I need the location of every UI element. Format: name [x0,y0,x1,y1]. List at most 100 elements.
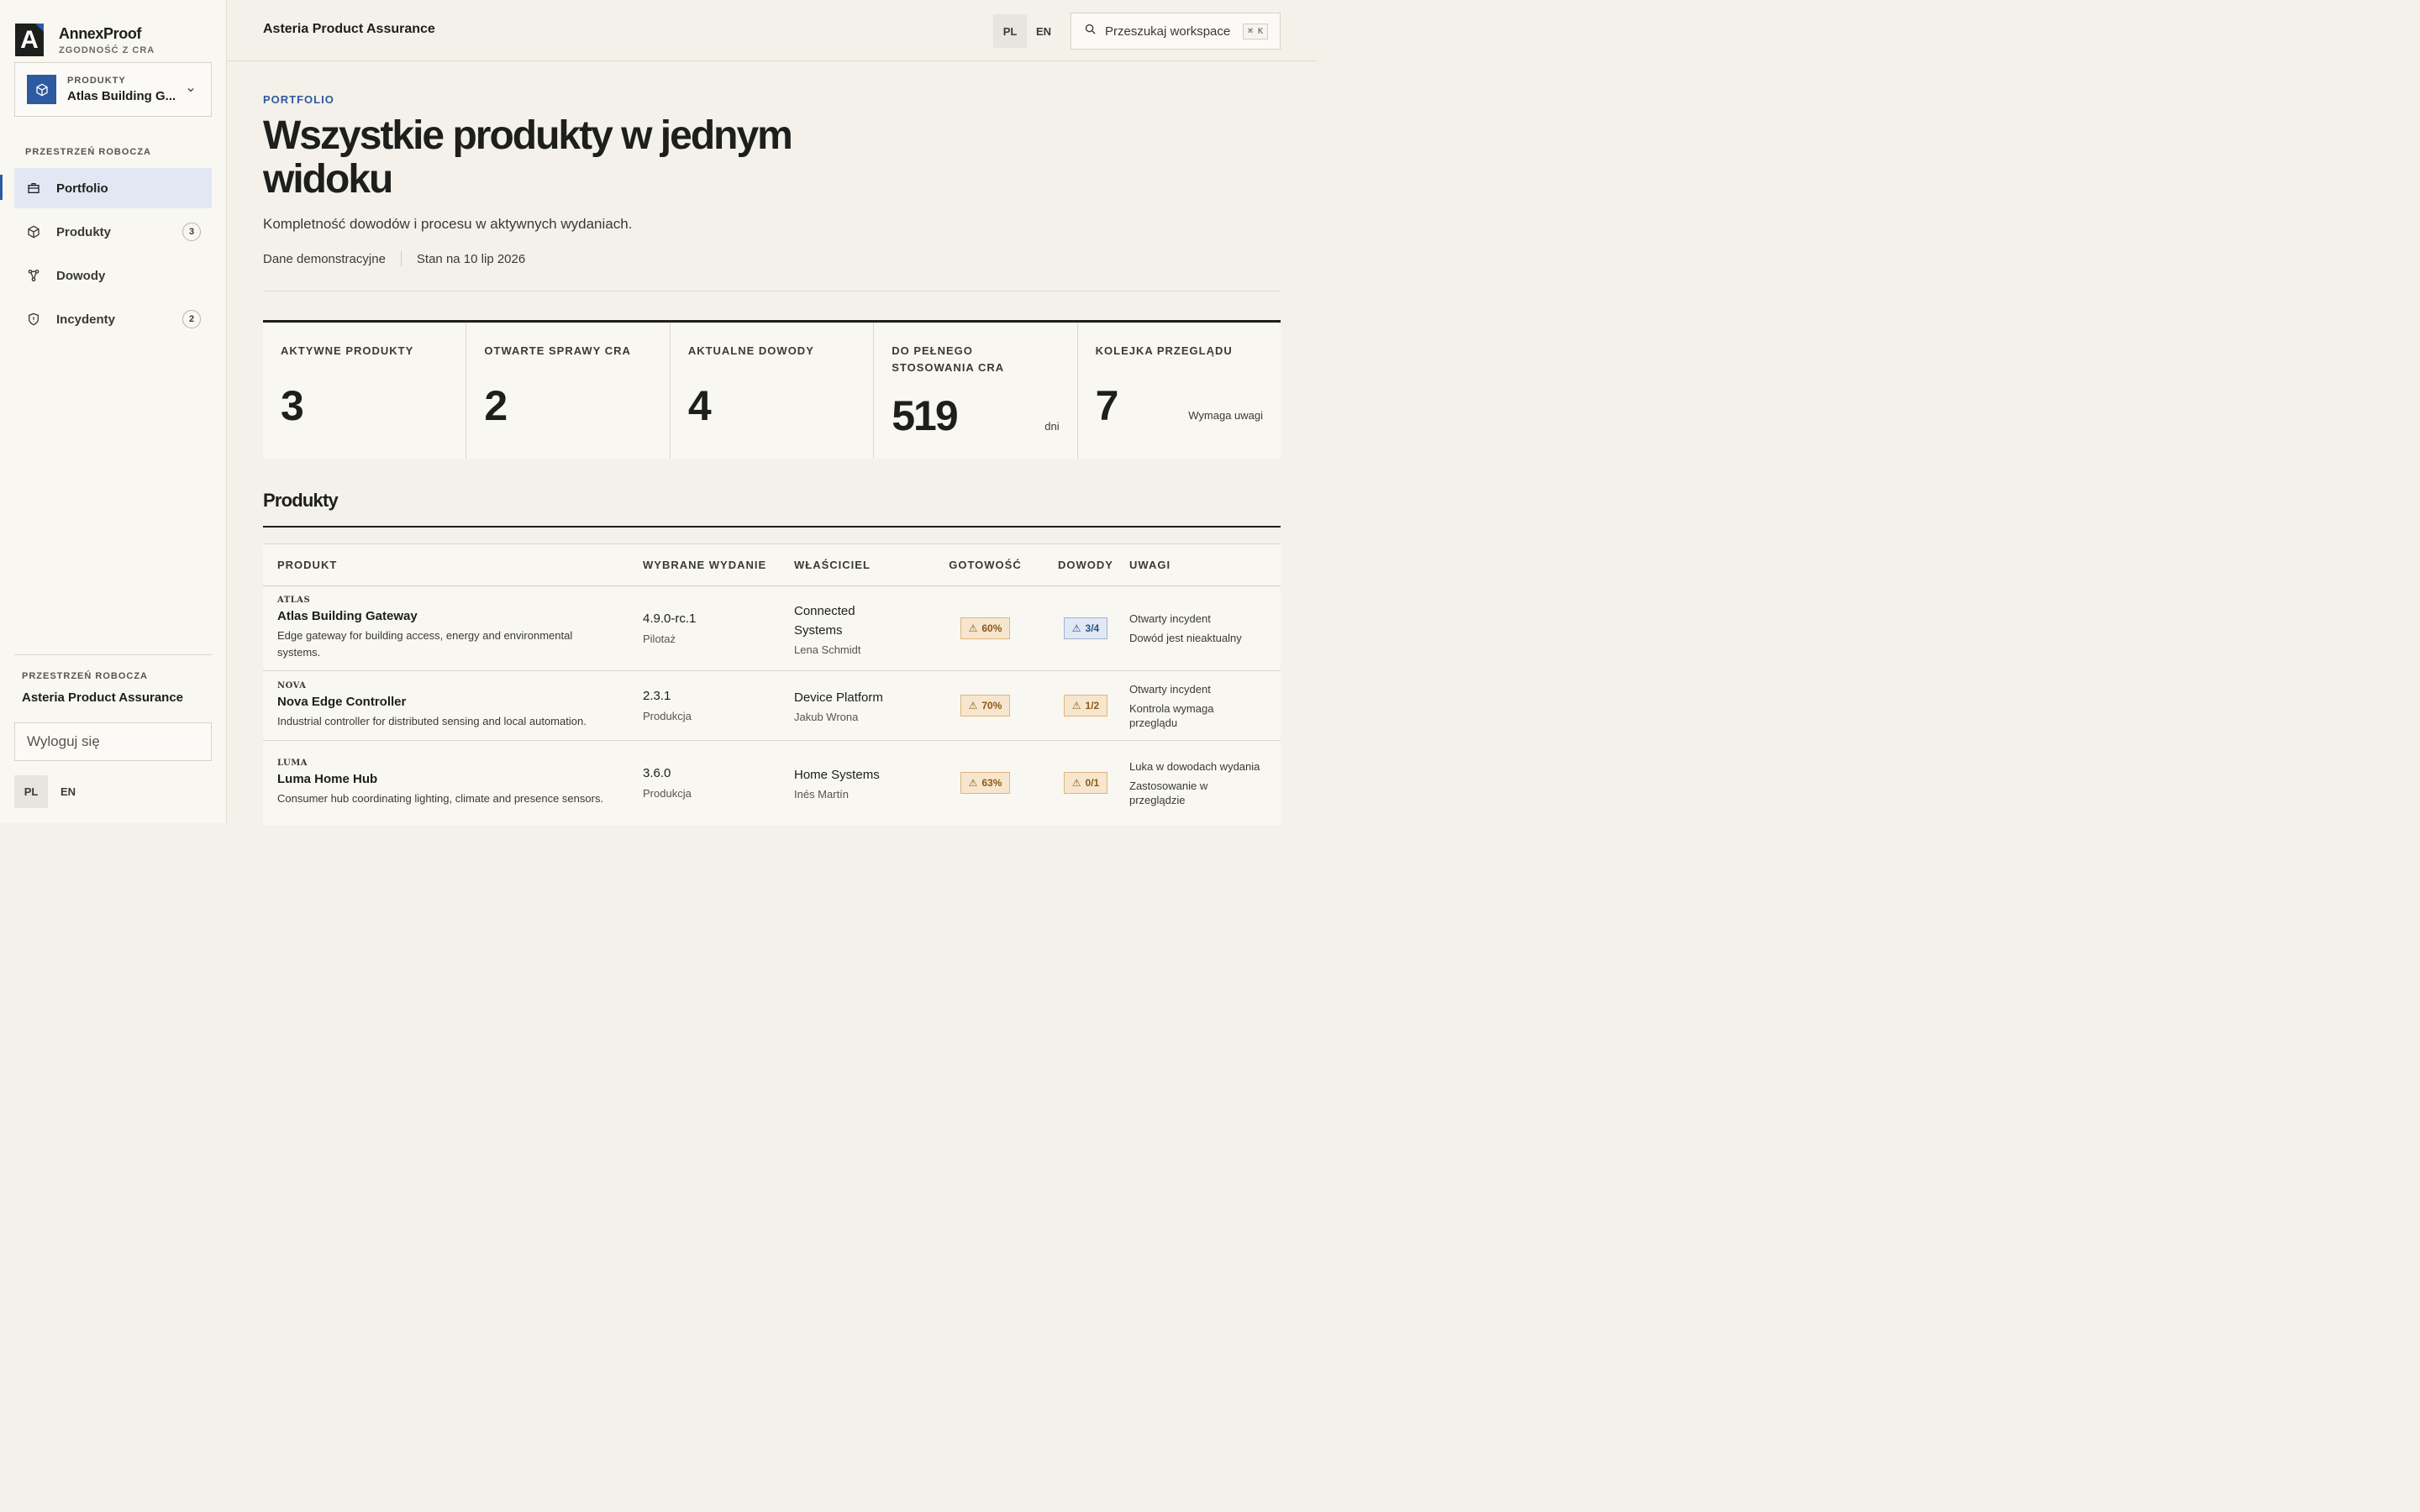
owner-person: Jakub Wrona [794,711,859,723]
owner-team: Connected Systems [794,603,855,638]
stat-label: AKTYWNE PRODUKTY [281,344,414,357]
sidebar-item-portfolio[interactable]: Portfolio [14,168,212,208]
meta-separator [400,251,402,266]
workspace-label: PRZESTRZEŃ ROBOCZA [22,671,148,681]
warning-icon: ⚠ [1071,777,1081,789]
page-meta: Dane demonstracyjne Stan na 10 lip 2026 [263,251,525,266]
evidence-badge: ⚠ 0/1 [1063,772,1108,794]
row-notes: Luka w dowodach wydania Zastosowanie w p… [1129,759,1281,807]
release-stage: Produkcja [643,710,692,722]
page-kicker: PORTFOLIO [263,93,334,106]
owner-team: Device Platform [794,690,883,705]
lang-pl-button[interactable]: PL [993,14,1027,48]
note-item: Zastosowanie w przeglądzie [1129,779,1208,806]
product-description: Consumer hub coordinating lighting, clim… [277,792,604,805]
table-row[interactable]: ATLAS Atlas Building Gateway Edge gatewa… [263,586,1281,671]
warning-icon: ⚠ [968,777,978,789]
nodes-icon [26,268,41,283]
evidence-value: 0/1 [1085,777,1100,789]
products-heading: Produkty [263,490,339,511]
sidebar-item-produkty[interactable]: Produkty 3 [14,212,212,252]
column-header[interactable]: WYBRANE WYDANIE [643,557,794,573]
lang-en-button[interactable]: EN [51,775,85,808]
workspace-title: Asteria Product Assurance [263,22,435,36]
sidebar-item-label: Incydenty [56,312,116,327]
lang-en-button[interactable]: EN [1027,14,1060,48]
product-name[interactable]: Nova Edge Controller [277,695,643,709]
stat-unit: dni [1044,420,1060,433]
column-header[interactable]: UWAGI [1129,557,1281,573]
row-notes: Otwarty incydent Dowód jest nieaktualny [1129,612,1281,645]
stat-card: AKTYWNE PRODUKTY 3 [263,323,467,459]
owner-person: Inés Martín [794,788,850,801]
table-header: PRODUKT WYBRANE WYDANIE WŁAŚCICIEL GOTOW… [263,544,1281,586]
evidence-badge: ⚠ 3/4 [1063,617,1108,639]
column-header[interactable]: DOWODY [1042,557,1129,573]
cube-icon [27,75,56,104]
sidebar-item-label: Dowody [56,268,106,283]
briefcase-icon [26,181,41,196]
topbar: Asteria Product Assurance PL EN Przeszuk… [227,0,1318,61]
release-version: 3.6.0 [643,766,671,780]
note-item: Kontrola wymaga przeglądu [1129,701,1214,729]
keyboard-shortcut-hint: ⌘ K [1242,23,1268,39]
stat-label: KOLEJKA PRZEGLĄDU [1095,344,1233,357]
search-icon [1084,23,1097,39]
evidence-value: 1/2 [1085,700,1100,711]
warning-icon: ⚠ [968,700,978,711]
page-subtitle: Kompletność dowodów i procesu w aktywnyc… [263,216,633,232]
product-name[interactable]: Luma Home Hub [277,772,643,786]
stat-value: 4 [687,382,712,429]
readiness-value: 63% [981,777,1002,789]
stat-label: AKTUALNE DOWODY [687,344,814,357]
column-header[interactable]: GOTOWOŚĆ [929,557,1042,573]
note-item: Otwarty incydent [1129,682,1211,696]
product-switcher-selected: Atlas Building G... [67,89,176,103]
lang-pl-button[interactable]: PL [14,775,48,808]
app-root: A AnnexProof ZGODNOŚĆ Z CRA PRODUKTY Atl… [0,0,1318,825]
brand-logo-corner [35,24,44,32]
note-item: Luka w dowodach wydania [1129,759,1260,773]
warning-icon: ⚠ [1071,622,1081,634]
workspace-section-label: PRZESTRZEŃ ROBOCZA [25,147,151,157]
column-header[interactable]: PRODUKT [263,557,643,573]
readiness-value: 60% [981,622,1002,634]
warning-icon: ⚠ [968,622,978,634]
brand-name: AnnexProof [59,24,142,42]
stat-label: OTWARTE SPRAWY CRA [484,344,631,357]
release-stage: Produkcja [643,787,692,800]
readiness-badge: ⚠ 63% [960,772,1011,794]
cube-icon [26,224,41,239]
logout-button[interactable]: Wyloguj się [14,722,212,761]
workspace-name: Asteria Product Assurance [22,690,184,705]
table-row[interactable]: NOVA Nova Edge Controller Industrial con… [263,671,1281,741]
row-notes: Otwarty incydent Kontrola wymaga przeglą… [1129,682,1281,730]
release-stage: Pilotaż [643,633,676,645]
table-row[interactable]: LUMA Luma Home Hub Consumer hub coordina… [263,741,1281,825]
column-header[interactable]: WŁAŚCICIEL [794,557,929,573]
sidebar-item-dowody[interactable]: Dowody [14,255,212,296]
release-version: 4.9.0-rc.1 [643,612,697,626]
brand-subtitle: ZGODNOŚĆ Z CRA [59,45,155,55]
owner-team: Home Systems [794,768,880,782]
evidence-badge: ⚠ 1/2 [1063,695,1108,717]
topbar-language-switch: PL EN [993,14,1060,48]
active-indicator [0,175,3,200]
demo-data-label: Dane demonstracyjne [263,251,386,266]
as-of-date: Stan na 10 lip 2026 [416,251,526,266]
product-name[interactable]: Atlas Building Gateway [277,609,643,623]
search-placeholder: Przeszukaj workspace [1105,24,1231,39]
product-switcher[interactable]: PRODUKTY Atlas Building G... [14,62,212,117]
chevron-down-icon [182,85,199,95]
sidebar-item-incydenty[interactable]: Incydenty 2 [14,299,212,339]
owner-person: Lena Schmidt [794,643,861,656]
product-switcher-kicker: PRODUKTY [67,76,126,86]
stat-value: 3 [281,382,304,429]
sidebar-language-switch: PL EN [14,775,85,808]
brand[interactable]: A AnnexProof ZGODNOŚĆ Z CRA [15,24,155,56]
products-table: PRODUKT WYBRANE WYDANIE WŁAŚCICIEL GOTOW… [263,543,1281,825]
brand-logo: A [15,24,44,56]
search-input[interactable]: Przeszukaj workspace ⌘ K [1071,13,1281,50]
stat-label: DO PEŁNEGO STOSOWANIA CRA [892,344,1005,374]
count-badge: 2 [182,310,201,328]
